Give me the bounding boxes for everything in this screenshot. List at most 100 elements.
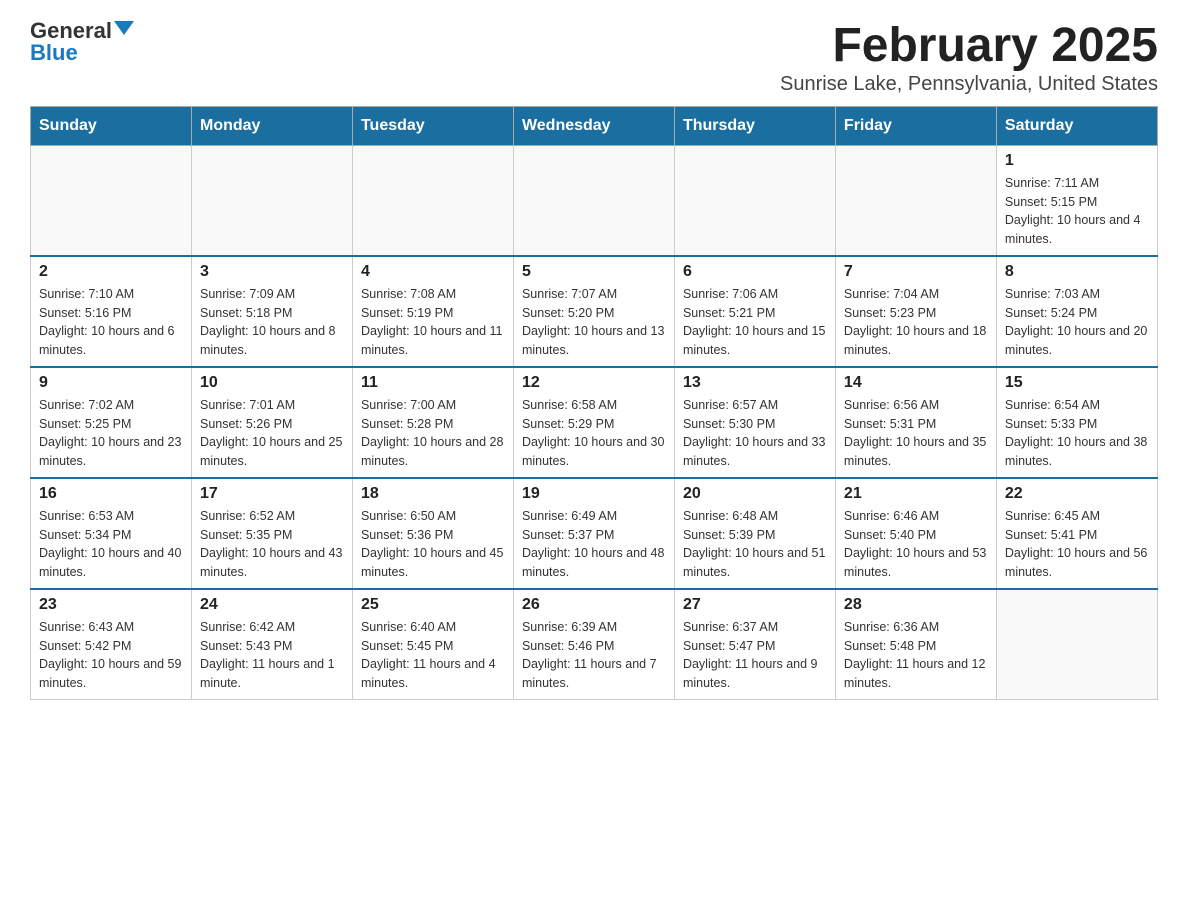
calendar-cell: 14 Sunrise: 6:56 AMSunset: 5:31 PMDayligh… <box>835 367 996 478</box>
calendar-cell: 5 Sunrise: 7:07 AMSunset: 5:20 PMDaylight… <box>513 256 674 367</box>
calendar-cell: 1 Sunrise: 7:11 AMSunset: 5:15 PMDaylight… <box>996 145 1157 256</box>
calendar-cell: 7Sunrise: 7:04 AMSunset: 5:23 PMDaylight… <box>835 256 996 367</box>
calendar-cell <box>352 145 513 256</box>
day-info: Sunrise: 6:39 AMSunset: 5:46 PMDaylight:… <box>522 618 666 693</box>
calendar-cell: 19 Sunrise: 6:49 AMSunset: 5:37 PMDayligh… <box>513 478 674 589</box>
logo-general-text: General <box>30 20 112 42</box>
calendar-cell: 17 Sunrise: 6:52 AMSunset: 5:35 PMDayligh… <box>191 478 352 589</box>
weekday-header-monday: Monday <box>191 106 352 145</box>
weekday-header-saturday: Saturday <box>996 106 1157 145</box>
calendar-cell: 28 Sunrise: 6:36 AMSunset: 5:48 PMDayligh… <box>835 589 996 700</box>
calendar-cell: 26 Sunrise: 6:39 AMSunset: 5:46 PMDayligh… <box>513 589 674 700</box>
day-info: Sunrise: 6:57 AMSunset: 5:30 PMDaylight:… <box>683 396 827 471</box>
calendar-cell <box>674 145 835 256</box>
day-info: Sunrise: 7:08 AMSunset: 5:19 PMDaylight:… <box>361 285 505 360</box>
day-info: Sunrise: 6:49 AMSunset: 5:37 PMDaylight:… <box>522 507 666 582</box>
day-info: Sunrise: 6:52 AMSunset: 5:35 PMDaylight:… <box>200 507 344 582</box>
calendar-cell: 2Sunrise: 7:10 AMSunset: 5:16 PMDaylight… <box>31 256 192 367</box>
day-number: 26 <box>522 596 666 614</box>
day-info: Sunrise: 6:36 AMSunset: 5:48 PMDaylight:… <box>844 618 988 693</box>
calendar-cell: 23Sunrise: 6:43 AMSunset: 5:42 PMDayligh… <box>31 589 192 700</box>
weekday-header-sunday: Sunday <box>31 106 192 145</box>
day-number: 20 <box>683 485 827 503</box>
day-number: 12 <box>522 374 666 392</box>
day-number: 23 <box>39 596 183 614</box>
day-number: 25 <box>361 596 505 614</box>
day-info: Sunrise: 7:09 AMSunset: 5:18 PMDaylight:… <box>200 285 344 360</box>
day-info: Sunrise: 6:54 AMSunset: 5:33 PMDaylight:… <box>1005 396 1149 471</box>
calendar-week-row: 2Sunrise: 7:10 AMSunset: 5:16 PMDaylight… <box>31 256 1158 367</box>
calendar-cell: 25 Sunrise: 6:40 AMSunset: 5:45 PMDayligh… <box>352 589 513 700</box>
location-title: Sunrise Lake, Pennsylvania, United State… <box>780 73 1158 96</box>
day-info: Sunrise: 6:58 AMSunset: 5:29 PMDaylight:… <box>522 396 666 471</box>
day-number: 5 <box>522 263 666 281</box>
day-number: 3 <box>200 263 344 281</box>
day-number: 11 <box>361 374 505 392</box>
calendar-cell: 16Sunrise: 6:53 AMSunset: 5:34 PMDayligh… <box>31 478 192 589</box>
day-info: Sunrise: 6:37 AMSunset: 5:47 PMDaylight:… <box>683 618 827 693</box>
page-header: General Blue February 2025 Sunrise Lake,… <box>30 20 1158 96</box>
day-info: Sunrise: 7:06 AMSunset: 5:21 PMDaylight:… <box>683 285 827 360</box>
weekday-header-friday: Friday <box>835 106 996 145</box>
day-number: 21 <box>844 485 988 503</box>
day-info: Sunrise: 7:07 AMSunset: 5:20 PMDaylight:… <box>522 285 666 360</box>
calendar-cell <box>31 145 192 256</box>
day-info: Sunrise: 7:04 AMSunset: 5:23 PMDaylight:… <box>844 285 988 360</box>
title-section: February 2025 Sunrise Lake, Pennsylvania… <box>780 20 1158 96</box>
calendar-cell: 6 Sunrise: 7:06 AMSunset: 5:21 PMDaylight… <box>674 256 835 367</box>
month-title: February 2025 <box>780 20 1158 73</box>
day-number: 1 <box>1005 152 1149 170</box>
day-info: Sunrise: 7:01 AMSunset: 5:26 PMDaylight:… <box>200 396 344 471</box>
calendar-cell: 9Sunrise: 7:02 AMSunset: 5:25 PMDaylight… <box>31 367 192 478</box>
day-info: Sunrise: 7:03 AMSunset: 5:24 PMDaylight:… <box>1005 285 1149 360</box>
calendar-cell: 18 Sunrise: 6:50 AMSunset: 5:36 PMDayligh… <box>352 478 513 589</box>
day-number: 28 <box>844 596 988 614</box>
calendar-cell: 24Sunrise: 6:42 AMSunset: 5:43 PMDayligh… <box>191 589 352 700</box>
day-number: 15 <box>1005 374 1149 392</box>
day-info: Sunrise: 6:48 AMSunset: 5:39 PMDaylight:… <box>683 507 827 582</box>
day-number: 4 <box>361 263 505 281</box>
day-info: Sunrise: 6:56 AMSunset: 5:31 PMDaylight:… <box>844 396 988 471</box>
calendar-cell: 11 Sunrise: 7:00 AMSunset: 5:28 PMDayligh… <box>352 367 513 478</box>
day-number: 13 <box>683 374 827 392</box>
day-number: 6 <box>683 263 827 281</box>
calendar-cell <box>191 145 352 256</box>
day-number: 22 <box>1005 485 1149 503</box>
day-number: 17 <box>200 485 344 503</box>
calendar-cell: 21 Sunrise: 6:46 AMSunset: 5:40 PMDayligh… <box>835 478 996 589</box>
logo: General Blue <box>30 20 134 64</box>
calendar-cell: 13 Sunrise: 6:57 AMSunset: 5:30 PMDayligh… <box>674 367 835 478</box>
calendar-cell: 20 Sunrise: 6:48 AMSunset: 5:39 PMDayligh… <box>674 478 835 589</box>
day-number: 8 <box>1005 263 1149 281</box>
calendar-header-row: SundayMondayTuesdayWednesdayThursdayFrid… <box>31 106 1158 145</box>
day-number: 14 <box>844 374 988 392</box>
calendar-cell: 3 Sunrise: 7:09 AMSunset: 5:18 PMDaylight… <box>191 256 352 367</box>
calendar-cell <box>513 145 674 256</box>
day-number: 16 <box>39 485 183 503</box>
weekday-header-wednesday: Wednesday <box>513 106 674 145</box>
weekday-header-thursday: Thursday <box>674 106 835 145</box>
day-info: Sunrise: 7:00 AMSunset: 5:28 PMDaylight:… <box>361 396 505 471</box>
day-number: 10 <box>200 374 344 392</box>
day-info: Sunrise: 7:11 AMSunset: 5:15 PMDaylight:… <box>1005 174 1149 249</box>
day-number: 19 <box>522 485 666 503</box>
calendar-cell: 22Sunrise: 6:45 AMSunset: 5:41 PMDayligh… <box>996 478 1157 589</box>
calendar-cell: 8 Sunrise: 7:03 AMSunset: 5:24 PMDaylight… <box>996 256 1157 367</box>
weekday-header-tuesday: Tuesday <box>352 106 513 145</box>
day-number: 18 <box>361 485 505 503</box>
calendar-cell <box>996 589 1157 700</box>
day-info: Sunrise: 7:10 AMSunset: 5:16 PMDaylight:… <box>39 285 183 360</box>
logo-blue-text: Blue <box>30 42 78 64</box>
calendar-cell: 27Sunrise: 6:37 AMSunset: 5:47 PMDayligh… <box>674 589 835 700</box>
day-number: 9 <box>39 374 183 392</box>
calendar-table: SundayMondayTuesdayWednesdayThursdayFrid… <box>30 106 1158 700</box>
calendar-cell: 10 Sunrise: 7:01 AMSunset: 5:26 PMDayligh… <box>191 367 352 478</box>
calendar-week-row: 23Sunrise: 6:43 AMSunset: 5:42 PMDayligh… <box>31 589 1158 700</box>
calendar-week-row: 9Sunrise: 7:02 AMSunset: 5:25 PMDaylight… <box>31 367 1158 478</box>
calendar-cell: 4 Sunrise: 7:08 AMSunset: 5:19 PMDaylight… <box>352 256 513 367</box>
day-info: Sunrise: 6:40 AMSunset: 5:45 PMDaylight:… <box>361 618 505 693</box>
day-info: Sunrise: 6:46 AMSunset: 5:40 PMDaylight:… <box>844 507 988 582</box>
logo-triangle-icon <box>114 21 134 35</box>
day-info: Sunrise: 6:50 AMSunset: 5:36 PMDaylight:… <box>361 507 505 582</box>
calendar-week-row: 1 Sunrise: 7:11 AMSunset: 5:15 PMDaylight… <box>31 145 1158 256</box>
